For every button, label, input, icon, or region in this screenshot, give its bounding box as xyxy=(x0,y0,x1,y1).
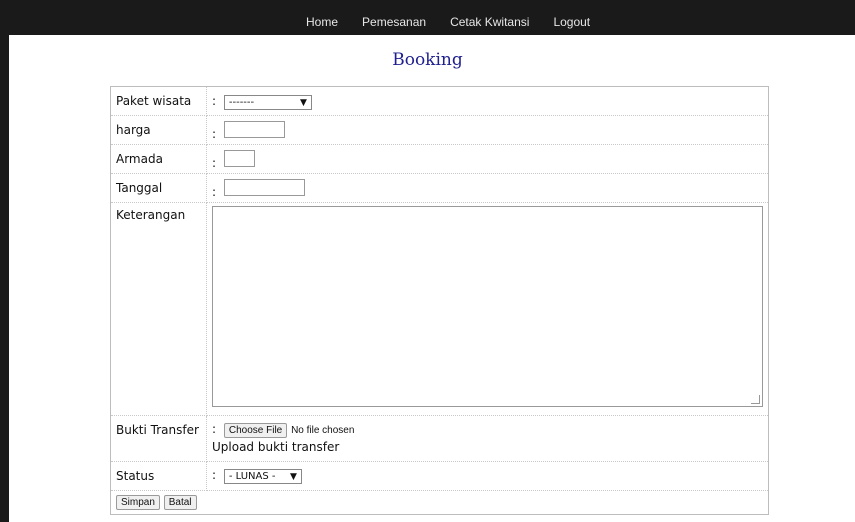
nav-cetak-kwitansi-link[interactable]: Cetak Kwitansi xyxy=(450,15,529,29)
keterangan-textarea[interactable] xyxy=(212,206,763,407)
batal-button[interactable]: Batal xyxy=(163,495,197,510)
harga-label: harga xyxy=(116,123,151,137)
nav-menu: Home Pemesanan Cetak Kwitansi Logout xyxy=(306,15,614,29)
keterangan-label: Keterangan xyxy=(116,208,186,222)
harga-input[interactable] xyxy=(223,121,285,138)
booking-form: Paket wisata : -------▼ harga : Armada xyxy=(110,86,769,515)
paket-wisata-select[interactable]: ------- ▼ xyxy=(223,95,312,110)
tanggal-input[interactable] xyxy=(223,179,305,196)
paket-wisata-label: Paket wisata xyxy=(110,86,207,116)
page-title: Booking xyxy=(392,50,463,70)
armada-label: Armada xyxy=(116,152,163,166)
upload-hint-text: Upload bukti transfer xyxy=(212,440,340,454)
dropdown-arrow-icon: ▼ xyxy=(299,97,307,108)
top-navigation-bar: Home Pemesanan Cetak Kwitansi Logout xyxy=(9,0,855,35)
nav-logout-link[interactable]: Logout xyxy=(553,15,590,29)
tanggal-label: Tanggal xyxy=(116,181,163,195)
status-label: Status xyxy=(116,469,155,483)
form-actions: Simpan Batal xyxy=(110,490,769,515)
file-status-text: No file chosen xyxy=(291,425,355,436)
simpan-button[interactable]: Simpan xyxy=(116,495,160,510)
nav-home-link[interactable]: Home xyxy=(306,15,338,29)
status-select[interactable]: - LUNAS - ▼ xyxy=(223,469,302,484)
resize-grip-icon[interactable] xyxy=(751,395,760,404)
paket-wisata-cell: : ------- ▼ xyxy=(206,86,769,116)
bukti-transfer-label: Bukti Transfer xyxy=(116,423,199,437)
nav-pemesanan-link[interactable]: Pemesanan xyxy=(362,15,426,29)
window-frame xyxy=(0,0,9,522)
choose-file-button[interactable]: Choose File xyxy=(223,423,288,438)
dropdown-arrow-icon: ▼ xyxy=(289,471,297,482)
armada-input[interactable] xyxy=(223,150,255,167)
